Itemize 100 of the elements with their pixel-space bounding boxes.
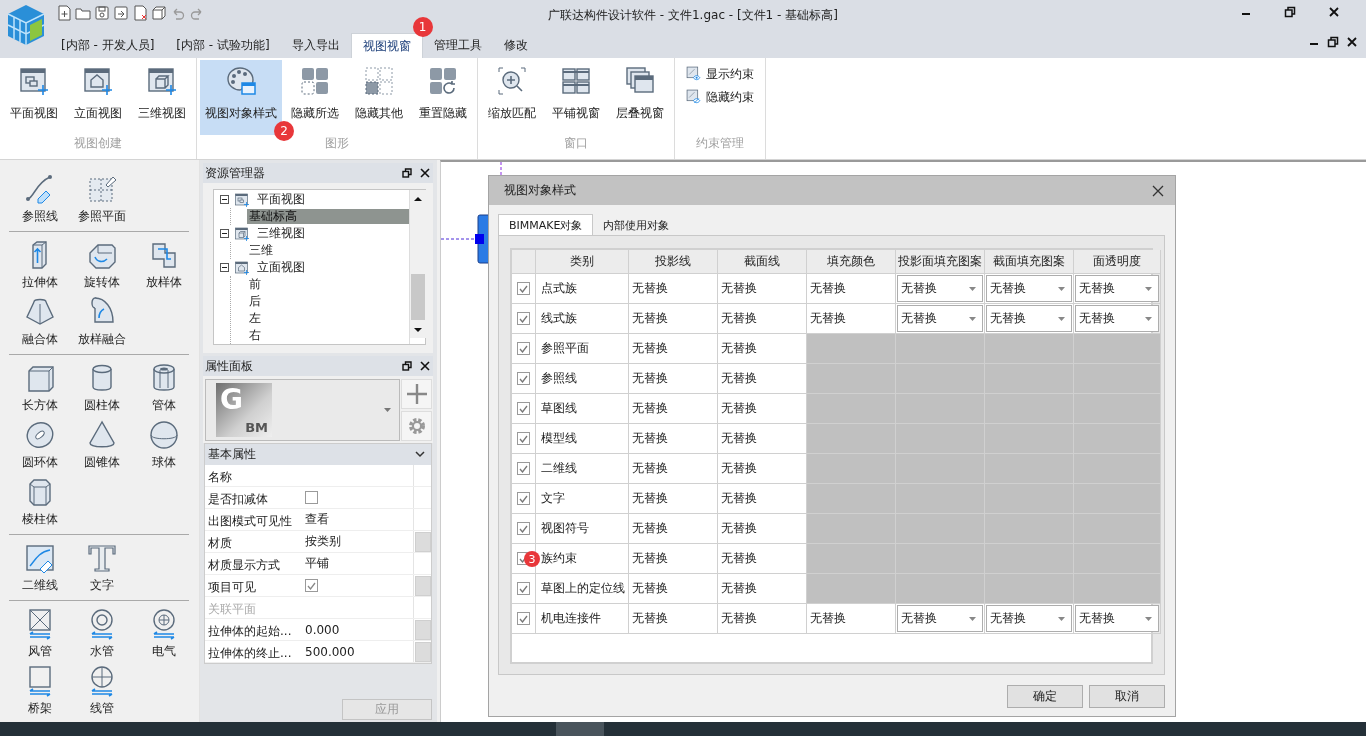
tool-button[interactable]: 圆环体 [9,416,71,473]
tool-button[interactable]: 桥架 [9,662,71,719]
tool-button[interactable]: 球体 [133,416,195,473]
dialog-tab[interactable]: 内部使用对象 [593,216,680,235]
dropdown[interactable]: 无替换 [897,605,983,632]
restore-icon[interactable] [1327,36,1339,48]
checkbox[interactable] [517,612,530,625]
collapse-icon[interactable] [220,229,229,238]
dropdown[interactable]: 无替换 [1075,275,1159,302]
checkbox[interactable] [517,372,530,385]
ribbon-tab[interactable]: [内部 - 试验功能] [165,33,281,58]
ribbon-button[interactable]: 重置隐藏 [412,60,474,135]
tool-button[interactable]: 参照平面 [71,170,133,227]
palette-icon [225,65,257,97]
ribbon-button[interactable]: 平铺视窗 [545,60,607,135]
tool-button[interactable]: 文字 [71,539,133,596]
tool-button[interactable]: 融合体 [9,293,71,350]
checkbox[interactable] [517,462,530,475]
dropdown[interactable]: 无替换 [986,605,1072,632]
tool-button[interactable]: 参照线 [9,170,71,227]
checkbox[interactable] [517,342,530,355]
dropdown-arrow-icon [1058,286,1065,291]
restore-icon[interactable] [1284,6,1296,18]
dropdown[interactable]: 无替换 [986,275,1072,302]
collapse-icon[interactable] [220,195,229,204]
dialog-tab[interactable]: BIMMAKE对象 [498,214,594,235]
tool-button[interactable]: 拉伸体 [9,236,71,293]
folder-icon[interactable] [75,5,91,21]
ribbon-button[interactable]: 三维视图 [131,60,193,135]
dropdown[interactable]: 无替换 [1075,305,1159,332]
checkbox[interactable] [517,402,530,415]
tree-item[interactable]: 三维视图 [255,226,409,241]
dropdown[interactable]: 无替换 [897,305,983,332]
cube-icon[interactable] [151,5,167,21]
property-name: 材质显示方式 [207,557,281,574]
collapse-icon[interactable] [220,263,229,272]
tool-button[interactable]: 圆柱体 [71,359,133,416]
checkbox[interactable] [305,491,318,504]
ribbon-tab[interactable]: 修改 [492,33,539,58]
close-file-icon[interactable] [132,5,148,21]
tool-button[interactable]: 放样体 [133,236,195,293]
checkbox[interactable] [517,312,530,325]
tool-button[interactable]: 圆锥体 [71,416,133,473]
tree-item[interactable]: 左 [247,311,409,326]
tree-item[interactable]: 立面视图 [255,260,409,275]
restore-icon[interactable] [402,361,412,371]
check-icon [519,434,528,443]
tool-button[interactable]: 放样融合 [71,293,133,350]
ribbon-button[interactable]: 隐藏其他 [348,60,410,135]
ribbon-button[interactable]: 显示约束 [684,64,756,84]
ribbon-button[interactable]: 立面视图 [67,60,129,135]
tool-button[interactable]: 长方体 [9,359,71,416]
tool-button[interactable]: 水管 [71,605,133,662]
dialog-button[interactable]: 取消 [1089,685,1165,708]
checkbox[interactable] [517,492,530,505]
tool-button[interactable]: 管体 [133,359,195,416]
group-label: 约束管理 [695,135,745,152]
close-icon[interactable] [1346,36,1358,48]
checkbox[interactable] [517,522,530,535]
restore-icon[interactable] [402,168,412,178]
checkbox[interactable] [305,579,318,592]
tool-button[interactable]: 旋转体 [71,236,133,293]
checkbox[interactable] [517,582,530,595]
tree-item[interactable]: 基础标高 [247,209,409,224]
type-selector[interactable]: G BM [205,379,400,441]
ribbon-button[interactable]: 隐藏约束 [684,87,756,107]
tool-button[interactable]: 二维线 [9,539,71,596]
dropdown[interactable]: 无替换 [986,305,1072,332]
tree-item[interactable]: 平面视图 [255,192,409,207]
settings-button[interactable] [401,411,432,441]
ribbon-button[interactable]: 平面视图 [3,60,65,135]
close-icon[interactable] [420,361,430,371]
checkbox[interactable] [517,432,530,445]
save-as-icon[interactable] [113,5,129,21]
tree-item[interactable]: 前 [247,277,409,292]
ribbon-tab[interactable]: [内部 - 开发人员] [50,33,166,58]
close-icon[interactable] [1152,184,1164,197]
new-file-icon[interactable] [56,5,72,21]
tool-button[interactable]: 电气 [133,605,195,662]
tool-button[interactable]: 线管 [71,662,133,719]
tree-item[interactable]: 后 [247,294,409,309]
ribbon-tab[interactable]: 视图视窗 [350,33,423,58]
ribbon-button[interactable]: 缩放匹配 [481,60,543,135]
tool-button[interactable]: 风管 [9,605,71,662]
save-icon[interactable] [94,5,110,21]
scrollbar[interactable] [410,190,426,338]
add-button[interactable] [401,379,432,409]
dropdown[interactable]: 无替换 [1075,605,1159,632]
tree-item[interactable]: 三维 [247,243,409,258]
checkbox[interactable] [517,282,530,295]
section-header[interactable]: 基本属性 [205,444,431,465]
ribbon-button[interactable]: 视图对象样式 [200,60,282,135]
ribbon-button[interactable]: 层叠视窗 [609,60,671,135]
close-icon[interactable] [420,168,430,178]
dialog-button[interactable]: 确定 [1007,685,1083,708]
close-icon[interactable] [1328,6,1340,18]
tool-button[interactable]: 棱柱体 [9,473,71,530]
tree-item[interactable]: 右 [247,328,409,343]
ribbon-tab[interactable]: 导入导出 [280,33,351,58]
dropdown[interactable]: 无替换 [897,275,983,302]
